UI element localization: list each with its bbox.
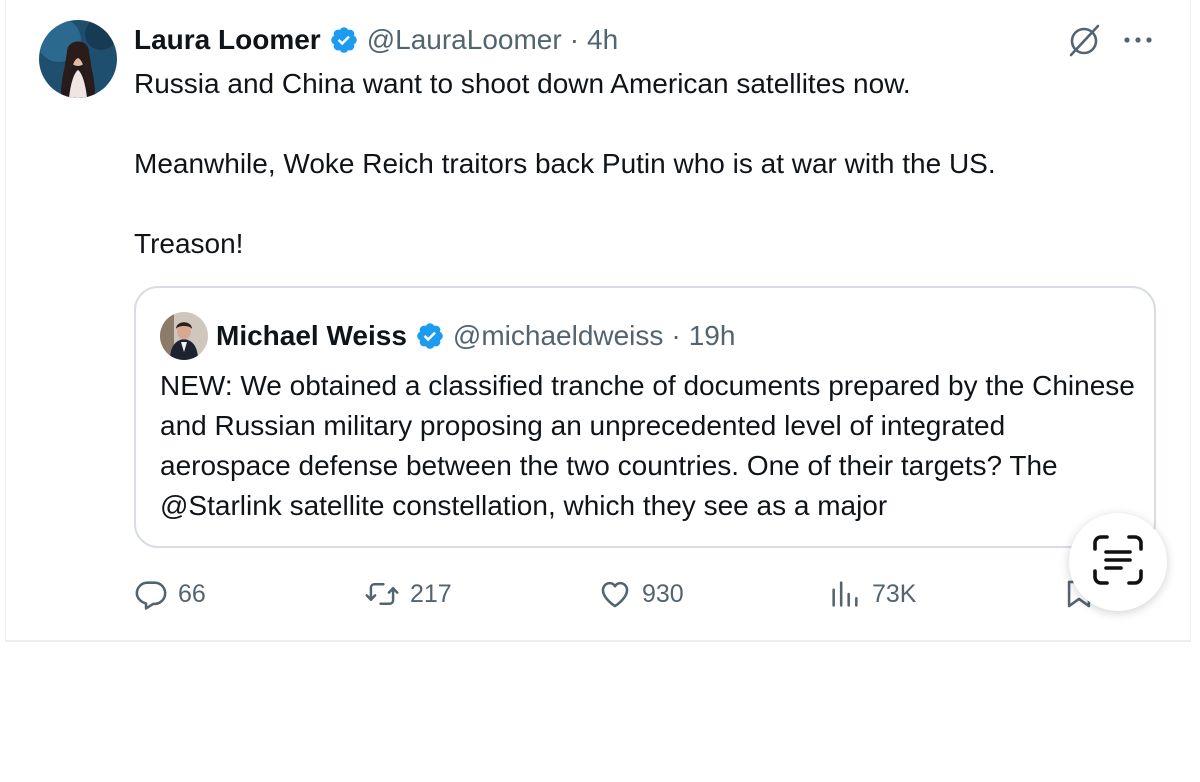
top-actions [1064,22,1154,62]
author-handle[interactable]: @LauraLoomer [367,24,562,56]
separator: · [569,24,580,55]
grok-icon[interactable] [1064,20,1104,65]
more-icon[interactable] [1122,20,1154,65]
reply-icon [134,577,168,611]
quoted-author-handle[interactable]: @michaeldweiss [453,320,664,352]
verified-badge-icon[interactable] [329,25,359,55]
quoted-author-name[interactable]: Michael Weiss [216,320,407,352]
quoted-post-header: Michael Weiss @michaeldweiss · 19h [216,314,735,358]
live-text-scan-icon [1091,533,1145,592]
live-text-scan-button[interactable] [1069,513,1167,611]
reply-count: 66 [178,579,206,608]
like-button[interactable]: 930 [598,574,684,614]
card-border [5,0,6,640]
views-icon [828,577,862,611]
reply-button[interactable]: 66 [134,574,206,614]
views-button[interactable]: 73K [828,574,916,614]
card-border [5,640,1191,642]
author-name[interactable]: Laura Loomer [134,24,321,56]
quoted-author-avatar[interactable] [160,312,208,360]
quoted-post-time[interactable]: 19h [689,320,736,352]
quoted-post-text: NEW: We obtained a classified tranche of… [160,370,1135,521]
action-bar: 66 217 930 73K [134,574,1154,614]
post-paragraph: Treason! [134,228,244,259]
heart-icon [598,577,632,611]
post-header: Laura Loomer @LauraLoomer · 4h [134,20,618,60]
separator: · [671,320,681,351]
views-count: 73K [872,579,917,608]
post-paragraph: Russia and China want to shoot down Amer… [134,68,911,99]
verified-badge-icon[interactable] [415,321,445,351]
like-count: 930 [642,579,684,608]
repost-count: 217 [410,579,452,608]
author-avatar[interactable] [39,20,117,98]
post-text: Russia and China want to shoot down Amer… [134,64,1134,264]
quoted-post[interactable]: Michael Weiss @michaeldweiss · 19h NEW: … [134,286,1156,548]
post-time[interactable]: 4h [587,24,618,56]
post-paragraph: Meanwhile, Woke Reich traitors back Puti… [134,148,996,179]
card-border [1190,0,1191,640]
repost-icon [364,577,400,611]
tweet-card[interactable]: Laura Loomer @LauraLoomer · 4h Russia an… [0,0,1200,642]
repost-button[interactable]: 217 [364,574,452,614]
